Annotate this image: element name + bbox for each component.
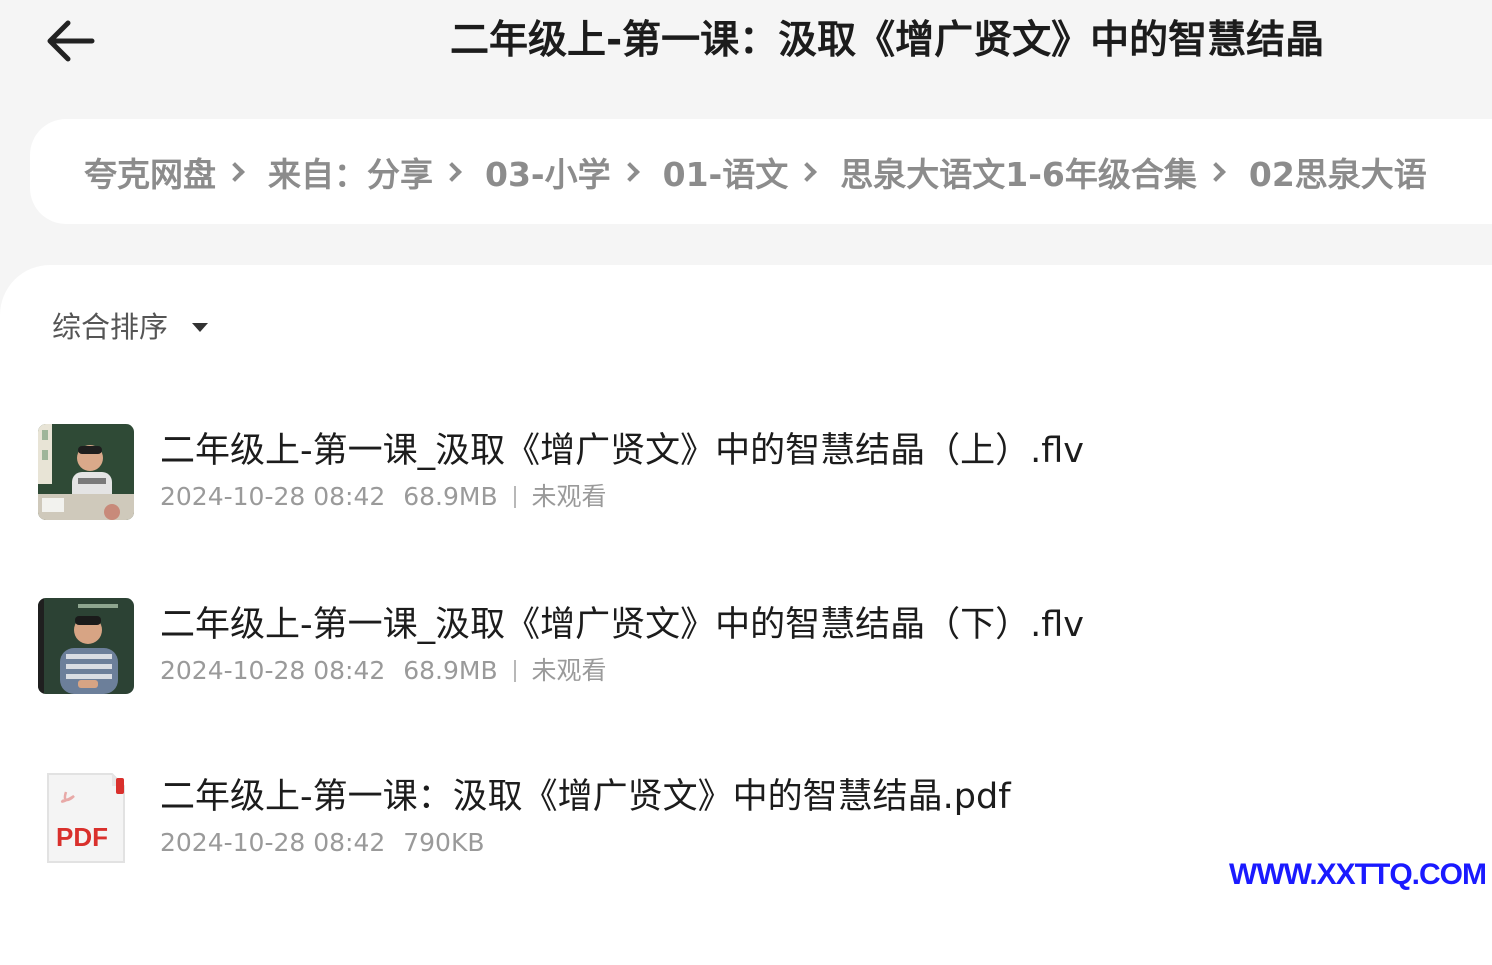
file-date: 2024-10-28 08:42 xyxy=(160,482,386,511)
sort-dropdown[interactable]: 综合排序 xyxy=(52,303,209,347)
file-date: 2024-10-28 08:42 xyxy=(160,828,386,857)
breadcrumb-item-chinese[interactable]: 01-语文 xyxy=(663,148,789,196)
chevron-right-icon xyxy=(442,161,462,182)
back-button[interactable] xyxy=(40,14,100,68)
file-name: 二年级上-第一课_汲取《增广贤文》中的智慧结晶（上）.flv xyxy=(160,431,1085,471)
breadcrumb-item-primary-school[interactable]: 03-小学 xyxy=(485,148,611,196)
file-row[interactable]: PDF 二年级上-第一课：汲取《增广贤文》中的智慧结晶.pdf 2024-10-… xyxy=(38,770,1458,870)
breadcrumb-item-quark-drive[interactable]: 夸克网盘 xyxy=(84,148,216,196)
top-bar: 二年级上-第一课：汲取《增广贤文》中的智慧结晶 xyxy=(0,0,1492,90)
file-size: 790KB xyxy=(403,828,485,857)
chevron-right-icon xyxy=(797,161,818,182)
meta-divider xyxy=(513,660,516,682)
sort-label: 综合排序 xyxy=(52,310,169,344)
watermark: WWW.XXTTQ.COM xyxy=(1229,858,1487,891)
breadcrumb-item-current-folder[interactable]: 02思泉大语 xyxy=(1249,148,1427,196)
pdf-file-icon: PDF xyxy=(44,770,128,866)
watch-status: 未观看 xyxy=(531,656,607,685)
file-meta: 2024-10-28 08:42 68.9MB 未观看 xyxy=(160,654,607,688)
page-title: 二年级上-第一课：汲取《增广贤文》中的智慧结晶 xyxy=(450,18,1325,63)
file-name: 二年级上-第一课：汲取《增广贤文》中的智慧结晶.pdf xyxy=(160,777,1011,817)
breadcrumb: 夸克网盘 来自：分享 03-小学 01-语文 思泉大语文1-6年级合集 02思泉… xyxy=(30,119,1492,224)
file-row[interactable]: 二年级上-第一课_汲取《增广贤文》中的智慧结晶（上）.flv 2024-10-2… xyxy=(38,424,1458,524)
caret-down-icon xyxy=(192,322,209,332)
chevron-right-icon xyxy=(225,161,245,182)
file-meta: 2024-10-28 08:42 790KB xyxy=(160,826,485,860)
arrow-left-icon xyxy=(47,20,95,62)
chevron-right-icon xyxy=(1205,161,1226,182)
watch-status: 未观看 xyxy=(531,482,607,511)
meta-divider xyxy=(513,486,516,508)
file-row[interactable]: 二年级上-第一课_汲取《增广贤文》中的智慧结晶（下）.flv 2024-10-2… xyxy=(38,598,1458,698)
pdf-badge: PDF xyxy=(56,822,108,852)
file-size: 68.9MB xyxy=(403,656,498,685)
file-name: 二年级上-第一课_汲取《增广贤文》中的智慧结晶（下）.flv xyxy=(160,605,1085,645)
file-date: 2024-10-28 08:42 xyxy=(160,656,386,685)
chevron-right-icon xyxy=(619,161,640,182)
video-thumbnail xyxy=(38,424,134,520)
file-meta: 2024-10-28 08:42 68.9MB 未观看 xyxy=(160,480,607,514)
breadcrumb-item-from-share[interactable]: 来自：分享 xyxy=(268,148,433,196)
video-thumbnail xyxy=(38,598,134,694)
breadcrumb-item-collection[interactable]: 思泉大语文1-6年级合集 xyxy=(840,148,1197,196)
file-size: 68.9MB xyxy=(403,482,498,511)
